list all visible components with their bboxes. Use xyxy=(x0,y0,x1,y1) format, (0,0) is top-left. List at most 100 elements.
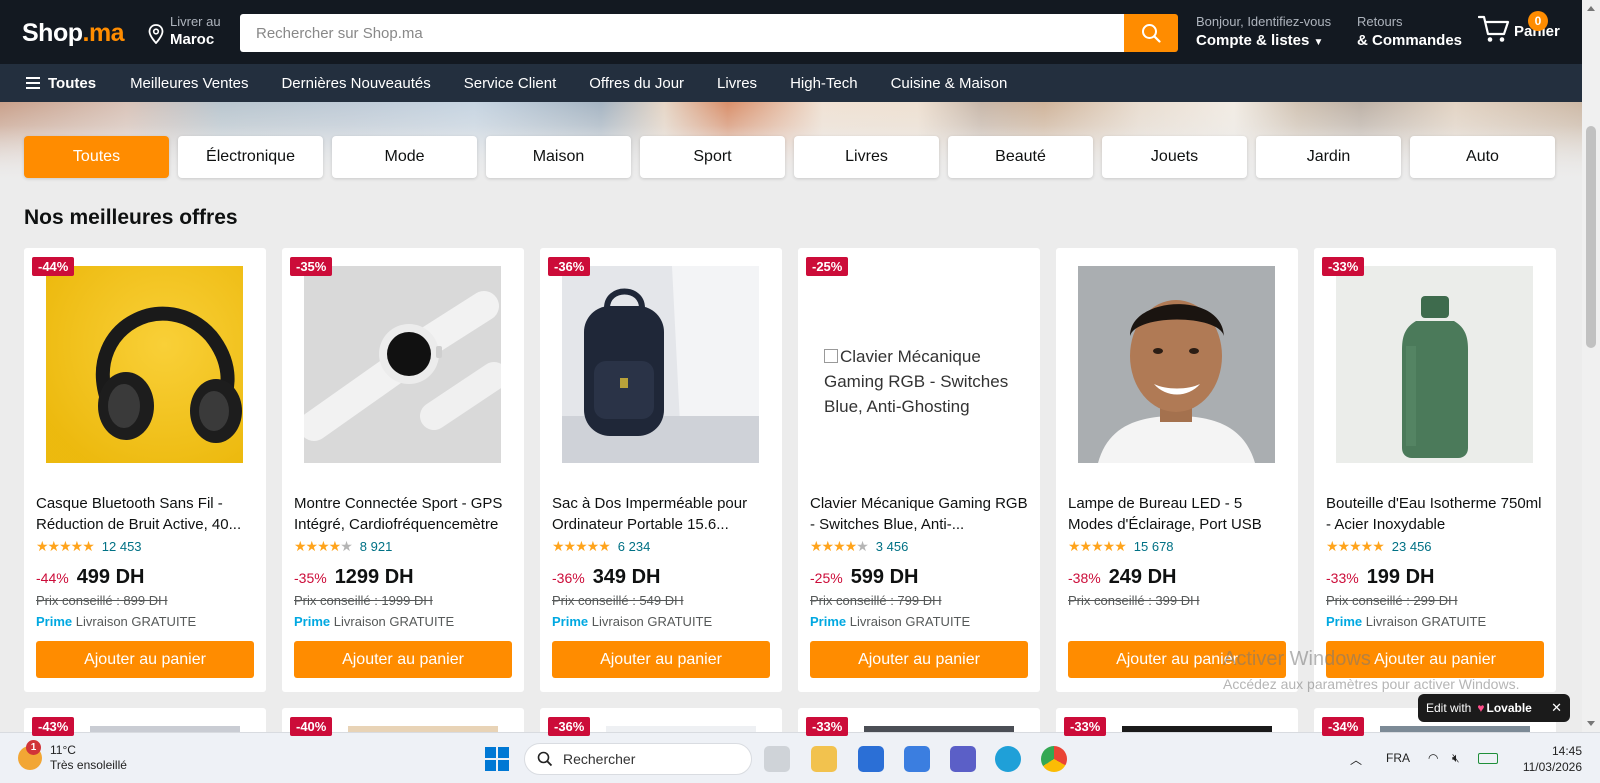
deliver-small: Livrer au xyxy=(170,14,221,29)
nav-item-high-tech[interactable]: High-Tech xyxy=(790,75,858,92)
price: 249 DH xyxy=(1108,566,1177,588)
windows-start-icon[interactable] xyxy=(485,747,509,771)
shipping-info: Prime Livraison GRATUITE xyxy=(294,614,455,629)
chrome-icon[interactable] xyxy=(1041,746,1067,772)
product-title[interactable]: Montre Connectée Sport - GPS Intégré, Ca… xyxy=(294,493,514,535)
cart-button[interactable]: 0 Panier xyxy=(1478,11,1560,44)
price: 599 DH xyxy=(850,566,919,588)
discount-badge: -34% xyxy=(1322,717,1365,736)
scroll-down-icon[interactable] xyxy=(1587,721,1595,726)
nav-item-customer-service[interactable]: Service Client xyxy=(464,75,557,92)
review-count[interactable]: 3 456 xyxy=(876,539,909,554)
weather-widget[interactable]: 1 11°C Très ensoleillé xyxy=(18,740,127,773)
nav-item-new-releases[interactable]: Dernières Nouveautés xyxy=(281,75,430,92)
caret-down-icon: ▼ xyxy=(1313,37,1324,48)
vertical-scrollbar[interactable] xyxy=(1582,0,1600,732)
price: 199 DH xyxy=(1366,566,1435,588)
search-input[interactable] xyxy=(240,14,1124,52)
product-card[interactable]: Lampe de Bureau LED - 5 Modes d'Éclairag… xyxy=(1056,248,1298,692)
volume-muted-icon[interactable]: 🔇︎ xyxy=(1452,751,1460,766)
chevron-up-icon[interactable]: ︿ xyxy=(1350,751,1362,768)
product-title[interactable]: Lampe de Bureau LED - 5 Modes d'Éclairag… xyxy=(1068,493,1288,535)
task-view-icon[interactable] xyxy=(764,746,790,772)
product-image[interactable] xyxy=(562,266,759,463)
wifi-icon[interactable]: ◠ xyxy=(1428,751,1438,765)
review-count[interactable]: 12 453 xyxy=(102,539,142,554)
windows-activation-subtitle: Accédez aux paramètres pour activer Wind… xyxy=(1223,676,1520,692)
product-image[interactable] xyxy=(1336,266,1533,463)
review-count[interactable]: 6 234 xyxy=(618,539,651,554)
category-home[interactable]: Maison xyxy=(486,136,631,178)
add-to-cart-button[interactable]: Ajouter au panier xyxy=(36,641,254,678)
add-to-cart-button[interactable]: Ajouter au panier xyxy=(294,641,512,678)
discount-percent: -25% xyxy=(810,570,843,586)
language-indicator[interactable]: FRA xyxy=(1386,751,1410,765)
discount-badge: -44% xyxy=(32,257,75,276)
list-price: Prix conseillé : 799 DH xyxy=(810,593,942,608)
rating-stars-icon: ★★★★★ xyxy=(810,538,869,554)
product-title[interactable]: Casque Bluetooth Sans Fil - Réduction de… xyxy=(36,493,256,535)
store-icon[interactable] xyxy=(858,746,884,772)
review-count[interactable]: 15 678 xyxy=(1134,539,1174,554)
site-logo[interactable]: Shop.ma xyxy=(22,19,125,48)
discount-badge: -36% xyxy=(548,257,591,276)
rating-stars-icon: ★★★★★ xyxy=(1326,538,1385,554)
category-toys[interactable]: Jouets xyxy=(1102,136,1247,178)
product-card[interactable]: -33% Bouteille d'Eau Isotherme 750ml - A… xyxy=(1314,248,1556,692)
product-image[interactable]: Clavier Mécanique Gaming RGB - Switches … xyxy=(820,266,1017,463)
product-image[interactable] xyxy=(304,266,501,463)
returns-orders[interactable]: Retours & Commandes xyxy=(1357,14,1462,52)
nav-item-books[interactable]: Livres xyxy=(717,75,757,92)
product-card[interactable]: -36% Sac à Dos Imperméable pour Ordinate… xyxy=(540,248,782,692)
search-icon xyxy=(1142,24,1161,43)
review-count[interactable]: 23 456 xyxy=(1392,539,1432,554)
taskbar-search[interactable]: Rechercher xyxy=(524,743,752,775)
add-to-cart-button[interactable]: Ajouter au panier xyxy=(552,641,770,678)
product-title[interactable]: Sac à Dos Imperméable pour Ordinateur Po… xyxy=(552,493,772,535)
scroll-up-icon[interactable] xyxy=(1587,6,1595,11)
category-fashion[interactable]: Mode xyxy=(332,136,477,178)
nav-item-best-sellers[interactable]: Meilleures Ventes xyxy=(130,75,248,92)
discount-percent: -35% xyxy=(294,570,327,586)
category-garden[interactable]: Jardin xyxy=(1256,136,1401,178)
category-auto[interactable]: Auto xyxy=(1410,136,1555,178)
lovable-edit-badge[interactable]: Edit with ♥ Lovable ✕ xyxy=(1418,694,1570,722)
product-card[interactable]: -44% Casque Bluetooth Sans Fil - Réducti… xyxy=(24,248,266,692)
shipping-info: Prime Livraison GRATUITE xyxy=(810,614,971,629)
teams-icon[interactable] xyxy=(950,746,976,772)
search-button[interactable] xyxy=(1124,14,1178,52)
close-icon[interactable]: ✕ xyxy=(1551,700,1562,716)
hamburger-icon xyxy=(26,77,40,89)
category-beauty[interactable]: Beauté xyxy=(948,136,1093,178)
deliver-to[interactable]: Livrer au Maroc xyxy=(148,14,221,50)
review-count[interactable]: 8 921 xyxy=(360,539,393,554)
product-image[interactable] xyxy=(46,266,243,463)
battery-icon[interactable] xyxy=(1478,753,1498,764)
nav-bar: Toutes Meilleures Ventes Dernières Nouve… xyxy=(0,64,1582,102)
nav-item-kitchen-home[interactable]: Cuisine & Maison xyxy=(891,75,1008,92)
location-pin-icon xyxy=(148,24,164,44)
list-price: Prix conseillé : 899 DH xyxy=(36,593,168,608)
shipping-info: Prime Livraison GRATUITE xyxy=(552,614,713,629)
temperature: 11°C xyxy=(50,743,76,757)
product-card[interactable]: -35% Montre Connectée Sport - GPS Intégr… xyxy=(282,248,524,692)
clock-time: 14:45 xyxy=(1551,744,1582,758)
category-electronics[interactable]: Électronique xyxy=(178,136,323,178)
file-explorer-icon[interactable] xyxy=(811,746,837,772)
category-all[interactable]: Toutes xyxy=(24,136,169,178)
nav-all-menu[interactable]: Toutes xyxy=(26,75,96,92)
account-lists[interactable]: Bonjour, Identifiez-vous Compte & listes… xyxy=(1196,14,1331,54)
product-image[interactable] xyxy=(1078,266,1275,463)
category-books[interactable]: Livres xyxy=(794,136,939,178)
product-title[interactable]: Clavier Mécanique Gaming RGB - Switches … xyxy=(810,493,1030,535)
category-sport[interactable]: Sport xyxy=(640,136,785,178)
nav-item-deals[interactable]: Offres du Jour xyxy=(589,75,684,92)
product-grid: -44% Casque Bluetooth Sans Fil - Réducti… xyxy=(24,248,1556,692)
product-card[interactable]: -25% Clavier Mécanique Gaming RGB - Swit… xyxy=(798,248,1040,692)
system-clock[interactable]: 14:45 11/03/2026 xyxy=(1512,743,1582,775)
edge-icon[interactable] xyxy=(995,746,1021,772)
product-title[interactable]: Bouteille d'Eau Isotherme 750ml - Acier … xyxy=(1326,493,1546,535)
outlook-icon[interactable] xyxy=(904,746,930,772)
scrollbar-thumb[interactable] xyxy=(1586,126,1596,348)
add-to-cart-button[interactable]: Ajouter au panier xyxy=(810,641,1028,678)
